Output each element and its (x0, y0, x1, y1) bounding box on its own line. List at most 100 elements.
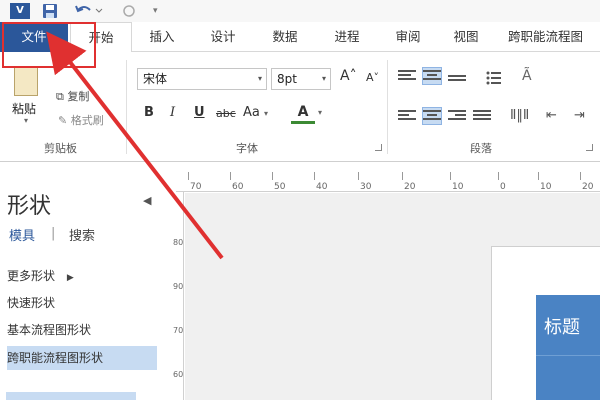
tab-review[interactable]: 审阅 (386, 22, 430, 52)
tab-view[interactable]: 视图 (444, 22, 488, 52)
quick-access-toolbar: V ▾ (0, 0, 600, 22)
ruler-tick: 10 (537, 172, 552, 192)
paragraph-dialog-launcher-icon[interactable] (586, 144, 593, 151)
ruler-tick: 40 (313, 172, 328, 192)
ruler-tick: 20 (401, 172, 416, 192)
font-name-value: 宋体 (143, 72, 168, 86)
bold-button[interactable]: B (144, 105, 154, 120)
group-separator (126, 60, 127, 154)
font-color-swatch (291, 121, 315, 124)
font-name-select[interactable]: 宋体 ▾ (137, 68, 267, 90)
font-size-select[interactable]: 8pt ▾ (271, 68, 331, 90)
format-painter-icon: ✎ (58, 114, 68, 127)
tab-home[interactable]: 开始 (70, 22, 132, 53)
ruler-tick: 90 (173, 282, 184, 291)
shrink-font-button[interactable]: A˅ (366, 71, 379, 84)
font-dialog-launcher-icon[interactable] (375, 144, 382, 151)
redo-icon[interactable] (120, 3, 138, 19)
tab-process[interactable]: 进程 (325, 22, 369, 52)
ruler-tick: 70 (173, 326, 184, 335)
undo-icon[interactable] (74, 3, 104, 19)
increase-indent-button[interactable]: ⇥ (574, 108, 585, 123)
copy-icon: ⧉ (56, 90, 64, 103)
align-center-icon[interactable] (422, 107, 442, 125)
group-separator (387, 60, 388, 154)
ruler-tick: 70 (187, 172, 202, 192)
undo-icon-svg (75, 5, 103, 13)
justify-icon[interactable] (473, 108, 491, 124)
customize-qat-icon[interactable]: ▾ (153, 3, 163, 19)
align-top-center-icon[interactable] (422, 67, 442, 85)
bullets-icon[interactable] (486, 70, 502, 85)
decrease-indent-button[interactable]: ⇤ (546, 108, 557, 123)
ribbon: 粘贴 ▾ ⧉ 复制 ✎ 格式刷 剪贴板 宋体 ▾ 8pt ▾ A˄ A˅ B I… (0, 52, 600, 162)
align-right-icon[interactable] (448, 108, 466, 124)
tab-design[interactable]: 设计 (201, 22, 245, 52)
tab-file[interactable]: 文件 (0, 22, 68, 52)
shapes-panel: 形状 ◀ 模具 | 搜索 更多形状 ▶ 快速形状 基本流程图形状 跨职能流程图形… (0, 162, 168, 400)
paste-icon[interactable] (14, 66, 38, 96)
group-label-clipboard: 剪贴板 (44, 142, 77, 155)
copy-button-label: 复制 (67, 90, 90, 103)
basic-flowchart-shapes-item[interactable]: 基本流程图形状 (7, 318, 157, 342)
paste-dropdown-icon[interactable]: ▾ (24, 116, 28, 125)
vertical-ruler: 80 90 70 60 (170, 192, 184, 400)
collapse-panel-icon[interactable]: ◀ (143, 194, 151, 207)
ruler-tick: 50 (271, 172, 286, 192)
ruler-tick: 0 (498, 172, 506, 192)
align-top-left-icon[interactable] (398, 68, 416, 84)
horizontal-ruler: 70 60 50 40 30 20 10 0 10 20 (176, 170, 600, 192)
italic-button[interactable]: I (170, 105, 175, 120)
title-shape-text: 标题 (544, 317, 580, 338)
chevron-down-icon[interactable]: ▾ (318, 108, 322, 117)
copy-button[interactable]: ⧉ 复制 (56, 88, 89, 104)
chevron-right-icon: ▶ (66, 273, 74, 283)
grow-font-button[interactable]: A˄ (340, 68, 357, 84)
strikethrough-button[interactable]: abc (216, 107, 236, 120)
tab-stencils[interactable]: 模具 (9, 225, 35, 244)
change-case-button[interactable]: Aa ▾ (243, 105, 268, 120)
save-icon[interactable] (42, 3, 58, 19)
format-painter-label: 格式刷 (70, 114, 104, 127)
quick-shapes-item[interactable]: 快速形状 (7, 291, 157, 315)
align-left-icon[interactable] (398, 108, 416, 124)
underline-button[interactable]: U (194, 105, 205, 120)
visio-logo-icon: V (10, 3, 30, 19)
ruler-tick: 20 (579, 172, 594, 192)
ruler-tick: 60 (173, 370, 184, 379)
tab-cross-functional-flowchart[interactable]: 跨职能流程图 (508, 22, 600, 52)
tab-search[interactable]: 搜索 (69, 225, 95, 244)
font-color-button[interactable]: A (291, 104, 315, 124)
cross-functional-shapes-item[interactable]: 跨职能流程图形状 (7, 346, 157, 370)
format-painter-button[interactable]: ✎ 格式刷 (58, 112, 104, 128)
drawing-page[interactable]: 标题 (491, 246, 600, 400)
group-label-font: 字体 (236, 142, 258, 155)
columns-button[interactable]: Ⅱ‖Ⅱ (510, 108, 529, 123)
drawing-canvas[interactable]: 标题 (185, 193, 600, 400)
shapes-panel-title: 形状 (7, 194, 52, 219)
title-shape[interactable]: 标题 (536, 295, 600, 400)
more-shapes-item[interactable]: 更多形状 ▶ (7, 264, 157, 288)
paste-button-label[interactable]: 粘贴 (12, 100, 36, 117)
group-label-paragraph: 段落 (470, 142, 492, 155)
ruler-tick: 60 (229, 172, 244, 192)
tab-data[interactable]: 数据 (263, 22, 307, 52)
bullets-icon-svg (486, 71, 501, 85)
title-shape-divider (536, 355, 600, 356)
font-size-value: 8pt (277, 72, 297, 86)
more-shapes-label: 更多形状 (7, 269, 56, 283)
chevron-down-icon: ▾ (257, 74, 262, 83)
redo-icon-svg (123, 5, 135, 17)
tab-divider: | (51, 226, 56, 241)
ruler-tick: 10 (449, 172, 464, 192)
change-case-label: Aa (243, 105, 260, 120)
save-icon-svg (43, 4, 57, 18)
align-top-right-icon[interactable] (448, 68, 466, 84)
ruler-tick: 80 (173, 238, 184, 247)
tab-insert[interactable]: 插入 (140, 22, 184, 52)
chevron-down-icon: ▾ (321, 74, 326, 83)
text-direction-button[interactable]: Ã (522, 68, 532, 84)
ribbon-tabs: 文件 开始 插入 设计 数据 进程 审阅 视图 跨职能流程图 (0, 22, 600, 53)
stencil-scroll-area[interactable] (6, 392, 136, 400)
ruler-tick: 30 (357, 172, 372, 192)
